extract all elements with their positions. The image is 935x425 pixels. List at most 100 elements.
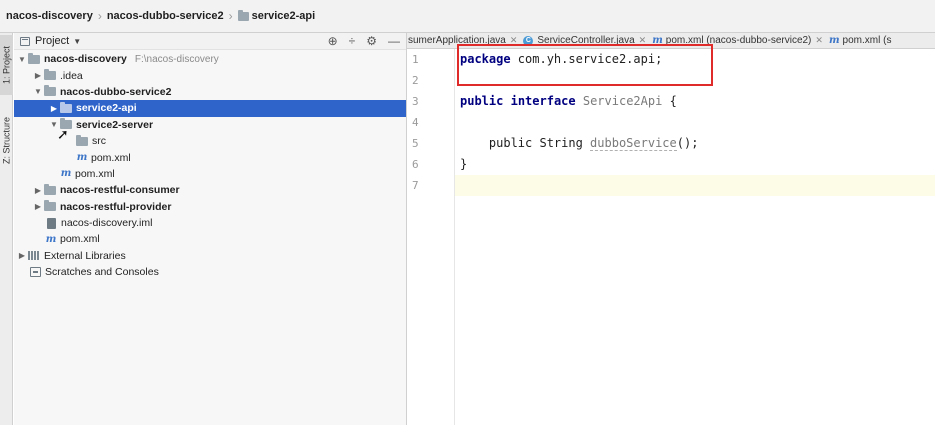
chevron-right-icon[interactable]: ▶ <box>32 71 44 80</box>
breadcrumb-item-nacos-dubbo-service2[interactable]: nacos-dubbo-service2 <box>107 10 224 22</box>
folder-icon <box>237 9 249 21</box>
breadcrumb-separator: › <box>228 9 233 23</box>
libraries-icon <box>28 251 40 261</box>
folder-icon <box>44 85 56 97</box>
code-line[interactable]: } <box>455 154 935 175</box>
maven-icon: m <box>76 152 88 164</box>
close-icon[interactable]: ✕ <box>815 35 823 46</box>
line-number: 6 <box>412 158 419 171</box>
code-token: { <box>662 94 677 108</box>
project-panel-header: Project ▼ ⊕ ÷ ⚙ — <box>14 33 406 50</box>
tree-item-label: .idea <box>60 69 83 82</box>
panel-toolbar: ⊕ ÷ ⚙ — <box>328 35 400 48</box>
folder-icon <box>28 52 40 64</box>
tree-item-service2-server[interactable]: ▼ service2-server <box>14 117 406 133</box>
interface-name: Service2Api <box>582 94 663 108</box>
tree-item-label: Scratches and Consoles <box>45 266 159 279</box>
project-panel: Project ▼ ⊕ ÷ ⚙ — ▼ nacos-discovery F:\n… <box>14 33 407 425</box>
line-number: 5 <box>412 137 419 150</box>
tree-item-label: service2-server <box>76 118 154 131</box>
breadcrumb-item-service2-api[interactable]: service2-api <box>237 9 316 22</box>
annotation-highlight-box <box>457 44 713 86</box>
line-number: 1 <box>412 53 419 66</box>
tree-item-server-pom[interactable]: m pom.xml <box>14 149 406 165</box>
tree-item-dubbo-pom[interactable]: m pom.xml <box>14 166 406 182</box>
tree-item-label: service2-api <box>76 102 137 115</box>
line-number: 7 <box>412 179 419 192</box>
code-area[interactable]: package com.yh.service2.api; public inte… <box>455 49 935 425</box>
tree-item-nacos-restful-provider[interactable]: ▶ nacos-restful-provider <box>14 199 406 215</box>
editor: sumerApplication.java ✕ C ServiceControl… <box>407 33 935 425</box>
tree-item-label: pom.xml <box>60 233 100 246</box>
code-token: String <box>532 136 591 150</box>
keyword: public <box>460 94 504 108</box>
code-token: } <box>460 157 468 171</box>
folder-icon <box>76 134 88 146</box>
locate-icon[interactable]: ⊕ <box>328 35 338 48</box>
tab-structure[interactable]: Z: Structure <box>0 105 13 175</box>
line-number: 4 <box>412 116 419 129</box>
keyword: interface <box>510 94 576 108</box>
chevron-right-icon[interactable]: ▶ <box>16 251 28 260</box>
tab-label: pom.xml (s <box>842 35 892 46</box>
line-number: 3 <box>412 95 419 108</box>
folder-icon <box>44 69 56 81</box>
tree-item-label: nacos-discovery.iml <box>61 217 153 230</box>
maven-icon: m <box>60 168 72 180</box>
tree-item-label: nacos-restful-provider <box>60 200 172 213</box>
hide-icon[interactable]: — <box>388 35 400 48</box>
tree-item-service2-api[interactable]: ▶ service2-api <box>14 100 406 117</box>
code-token: public <box>460 136 533 150</box>
code-line[interactable] <box>455 112 935 133</box>
line-number: 2 <box>412 74 419 87</box>
code-line[interactable]: public String dubboService(); <box>455 133 935 154</box>
tree-item-src[interactable]: src <box>14 133 406 149</box>
maven-icon: m <box>828 35 840 46</box>
code-token: (); <box>676 136 699 150</box>
line-number-gutter: 1 2 3 4 5 6 7 <box>407 49 455 425</box>
chevron-right-icon[interactable]: ▶ <box>32 186 44 195</box>
tree-item-nacos-dubbo-service2[interactable]: ▼ nacos-dubbo-service2 <box>14 84 406 100</box>
gear-icon[interactable]: ⚙ <box>366 35 377 48</box>
project-icon <box>20 36 30 46</box>
tree-item-label: nacos-dubbo-service2 <box>60 85 172 98</box>
tree-item-nacos-restful-consumer[interactable]: ▶ nacos-restful-consumer <box>14 182 406 198</box>
mouse-cursor-icon: ➚ <box>57 126 69 142</box>
chevron-down-icon[interactable]: ▼ <box>32 87 44 96</box>
scratches-icon <box>30 267 41 278</box>
folder-icon <box>44 183 56 195</box>
tree-item-label: pom.xml <box>91 151 131 164</box>
tree-item-label: nacos-discovery <box>44 53 127 66</box>
editor-tab-pom[interactable]: m pom.xml (s <box>828 33 897 48</box>
method-name: dubboService <box>590 136 677 151</box>
chevron-down-icon[interactable]: ▼ <box>16 55 28 64</box>
tree-item-nacos-discovery[interactable]: ▼ nacos-discovery F:\nacos-discovery <box>14 51 406 67</box>
module-folder-icon <box>60 101 72 113</box>
tree-item-external-libraries[interactable]: ▶ External Libraries <box>14 248 406 264</box>
breadcrumb: nacos-discovery › nacos-dubbo-service2 ›… <box>0 0 935 33</box>
breadcrumb-item-label: service2-api <box>251 10 316 22</box>
chevron-down-icon[interactable]: ▼ <box>73 37 81 46</box>
chevron-right-icon[interactable]: ▶ <box>48 104 60 113</box>
maven-icon: m <box>45 233 57 245</box>
code-line[interactable]: public interface Service2Api { <box>455 91 935 112</box>
tree-item-idea[interactable]: ▶ .idea <box>14 67 406 83</box>
iml-file-icon <box>47 217 56 229</box>
tree-item-label: pom.xml <box>75 167 115 180</box>
tree-item-root-pom[interactable]: m pom.xml <box>14 231 406 247</box>
code-line-current[interactable] <box>455 175 935 196</box>
tree-item-label: src <box>92 135 106 148</box>
breadcrumb-separator: › <box>97 9 102 23</box>
tree-item-label: nacos-restful-consumer <box>60 184 180 197</box>
chevron-right-icon[interactable]: ▶ <box>32 202 44 211</box>
tree-item-path: F:\nacos-discovery <box>134 53 219 65</box>
project-view-selector[interactable]: Project <box>35 35 69 47</box>
tab-project[interactable]: 1: Project <box>0 35 13 95</box>
folder-icon <box>44 200 56 212</box>
tree-item-scratches[interactable]: Scratches and Consoles <box>14 264 406 280</box>
tree-item-nacos-discovery-iml[interactable]: nacos-discovery.iml <box>14 215 406 231</box>
project-tree: ▼ nacos-discovery F:\nacos-discovery ▶ .… <box>14 50 406 280</box>
tool-window-strip: 1: Project Z: Structure <box>0 33 13 425</box>
breadcrumb-item-nacos-discovery[interactable]: nacos-discovery <box>6 10 93 22</box>
collapse-all-icon[interactable]: ÷ <box>349 35 356 48</box>
